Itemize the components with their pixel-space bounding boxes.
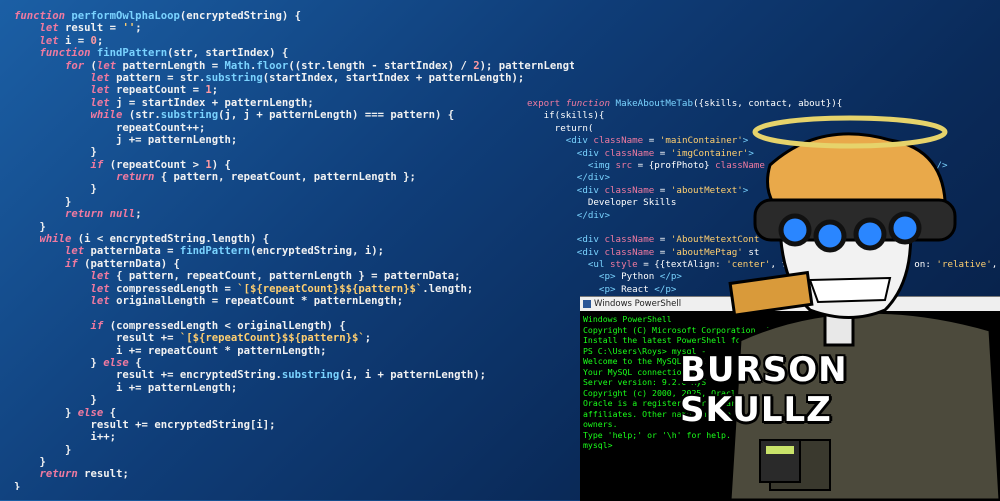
code-line: let repeatCount = 1; <box>90 84 219 97</box>
code-line: } <box>14 195 72 208</box>
code-line: function performOwlphaLoop(encryptedStri… <box>14 10 302 22</box>
code-line: i += repeatCount * patternLength; <box>14 344 327 357</box>
code-line: i++; <box>14 431 117 444</box>
code-line: if (compressedLength < originalLength) { <box>90 319 346 332</box>
goggle-lens-4 <box>888 211 922 245</box>
code-line: repeatCount++; <box>14 121 206 134</box>
code-line: let pattern = str.substring(startIndex, … <box>90 71 525 84</box>
code-line: return result; <box>39 468 129 481</box>
goggle-lens-1 <box>778 213 812 247</box>
code-line: i += patternLength; <box>14 381 238 394</box>
code-line: let result = ''; <box>39 22 142 35</box>
code-line: function findPattern(str, startIndex) { <box>39 47 289 60</box>
powershell-title: Windows PowerShell <box>594 299 682 309</box>
code-line: let j = startIndex + patternLength; <box>90 96 314 109</box>
code-line: return { pattern, repeatCount, patternLe… <box>116 171 416 184</box>
waffle <box>728 270 814 317</box>
code-line: let { pattern, repeatCount, patternLengt… <box>90 270 461 283</box>
teeth <box>808 276 892 304</box>
code-line: while (i < encryptedString.length) { <box>39 233 270 246</box>
goggle-lens-3 <box>853 217 887 251</box>
code-line: return null; <box>65 208 142 221</box>
code-line: } <box>14 220 46 233</box>
code-line: if (patternData) { <box>65 257 180 270</box>
left-code-editor: function performOwlphaLoop(encryptedStri… <box>14 10 574 490</box>
code-line: } else { <box>14 356 142 369</box>
code-line: result += encryptedString.substring(i, i… <box>14 369 486 382</box>
code-line: result += encryptedString[i]; <box>14 418 276 431</box>
code-line: } <box>14 456 46 469</box>
brand-logo-text: BURSON SKULLZ <box>680 350 848 430</box>
code-line: while (str.substring(j, j + patternLengt… <box>90 109 455 122</box>
code-line: for (let patternLength = Math.floor((str… <box>65 59 574 72</box>
code-line: } <box>14 183 97 196</box>
code-line: } <box>14 480 21 490</box>
code-line: let i = 0; <box>39 34 104 47</box>
code-line: let originalLength = repeatCount * patte… <box>90 294 404 307</box>
code-line: j += patternLength; <box>14 133 238 146</box>
code-line: let patternData = findPattern(encryptedS… <box>65 245 384 258</box>
code-line: if (repeatCount > 1) { <box>90 158 231 171</box>
code-line: } <box>14 146 97 159</box>
radio-display <box>766 446 794 454</box>
code-line: result += `[${repeatCount}$${pattern}$`; <box>14 332 372 345</box>
code-line: } <box>14 394 97 407</box>
code-line: } <box>14 443 72 456</box>
powershell-icon <box>583 300 591 308</box>
code-line: } else { <box>14 406 117 419</box>
code-line: export function MakeAboutMeTab({skills, … <box>527 98 843 109</box>
skull-character-illustration <box>728 115 1000 500</box>
goggle-lens-2 <box>813 219 847 253</box>
code-line: let compressedLength = `[${repeatCount}$… <box>90 282 474 295</box>
